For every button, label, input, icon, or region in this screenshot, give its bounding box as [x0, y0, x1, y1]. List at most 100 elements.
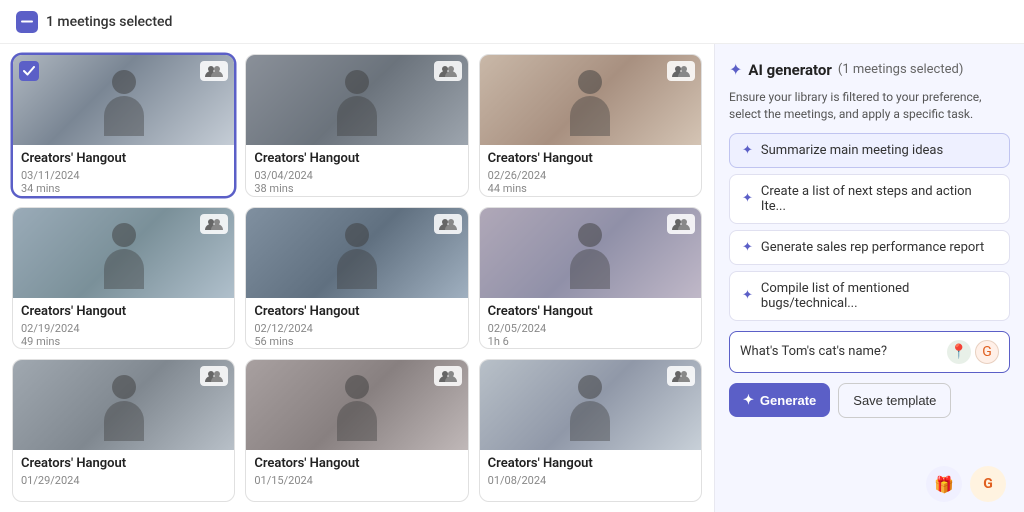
header: 1 meetings selected	[0, 0, 1024, 44]
card-date: 01/08/2024	[488, 474, 693, 487]
main-content: Creators' Hangout 03/11/202434 mins Creat…	[0, 44, 1024, 512]
person-silhouette	[99, 375, 149, 450]
person-silhouette	[565, 223, 615, 298]
card-title: Creators' Hangout	[254, 304, 459, 319]
card-duration: 34 mins	[21, 182, 226, 195]
card-thumbnail-8	[246, 360, 467, 450]
card-duration: 38 mins	[254, 182, 459, 195]
bottom-icons: 🎁 G	[729, 466, 1010, 502]
ai-suggestion-item-0[interactable]: ✦ Summarize main meeting ideas	[729, 133, 1010, 168]
card-duration: 56 mins	[254, 335, 459, 348]
meeting-card-8[interactable]: Creators' Hangout 01/15/2024	[245, 359, 468, 502]
suggestion-spark-icon: ✦	[742, 240, 753, 255]
card-info: Creators' Hangout 01/08/2024	[480, 450, 701, 495]
location-icon-btn[interactable]: 📍	[947, 340, 971, 364]
suggestion-label: Compile list of mentioned bugs/technical…	[761, 281, 997, 311]
ai-selected-count: (1 meetings selected)	[838, 62, 963, 77]
card-title: Creators' Hangout	[21, 456, 226, 471]
ai-input-row[interactable]: 📍 G	[729, 331, 1010, 373]
card-date: 02/05/2024	[488, 322, 693, 335]
person-silhouette	[332, 70, 382, 145]
card-people-icon	[200, 366, 228, 386]
card-date: 02/12/2024	[254, 322, 459, 335]
card-date: 03/11/2024	[21, 169, 226, 182]
card-title: Creators' Hangout	[21, 151, 226, 166]
card-people-icon	[200, 61, 228, 81]
card-title: Creators' Hangout	[488, 151, 693, 166]
card-info: Creators' Hangout 03/11/202434 mins	[13, 145, 234, 197]
card-date: 01/29/2024	[21, 474, 226, 487]
suggestion-label: Generate sales rep performance report	[761, 240, 984, 255]
meetings-grid: Creators' Hangout 03/11/202434 mins Creat…	[0, 44, 714, 512]
card-title: Creators' Hangout	[21, 304, 226, 319]
card-thumbnail-4	[13, 208, 234, 298]
suggestion-label: Create a list of next steps and action I…	[761, 184, 997, 214]
meeting-card-6[interactable]: Creators' Hangout02/05/20241h 6	[479, 207, 702, 350]
card-thumbnail-2	[246, 55, 467, 145]
card-duration: 49 mins	[21, 335, 226, 348]
suggestion-spark-icon: ✦	[742, 288, 753, 303]
person-silhouette	[332, 375, 382, 450]
card-date: 03/04/2024	[254, 169, 459, 182]
generate-label: Generate	[760, 393, 816, 408]
meeting-card-9[interactable]: Creators' Hangout 01/08/2024	[479, 359, 702, 502]
meeting-card-5[interactable]: Creators' Hangout 02/12/202456 mins	[245, 207, 468, 350]
card-people-icon	[434, 61, 462, 81]
ai-query-input[interactable]	[740, 344, 941, 359]
card-title: Creators' Hangout	[488, 456, 693, 471]
card-info: Creators' Hangout02/05/20241h 6	[480, 298, 701, 350]
card-duration: 44 mins	[488, 182, 693, 195]
card-thumbnail-1	[13, 55, 234, 145]
card-date: 02/19/2024	[21, 322, 226, 335]
card-title: Creators' Hangout	[488, 304, 693, 319]
card-people-icon	[667, 61, 695, 81]
card-people-icon	[434, 214, 462, 234]
ai-description: Ensure your library is filtered to your …	[729, 89, 1010, 123]
card-title: Creators' Hangout	[254, 456, 459, 471]
save-template-button[interactable]: Save template	[838, 383, 951, 418]
person-silhouette	[565, 70, 615, 145]
meeting-card-2[interactable]: Creators' Hangout 03/04/202438 mins	[245, 54, 468, 197]
card-date: 01/15/2024	[254, 474, 459, 487]
card-thumbnail-3	[480, 55, 701, 145]
generate-button[interactable]: ✦ Generate	[729, 383, 830, 417]
person-silhouette	[565, 375, 615, 450]
ai-suggestion-item-1[interactable]: ✦ Create a list of next steps and action …	[729, 174, 1010, 224]
card-people-icon	[667, 366, 695, 386]
card-thumbnail-5	[246, 208, 467, 298]
gift-icon-btn[interactable]: 🎁	[926, 466, 962, 502]
card-info: Creators' Hangout 03/04/202438 mins	[246, 145, 467, 197]
meeting-card-4[interactable]: Creators' Hangout 02/19/202449 mins	[12, 207, 235, 350]
meeting-card-3[interactable]: Creators' Hangout 02/26/202444 mins	[479, 54, 702, 197]
card-thumbnail-7	[13, 360, 234, 450]
card-info: Creators' Hangout 02/26/202444 mins	[480, 145, 701, 197]
card-date: 02/26/2024	[488, 169, 693, 182]
card-people-icon	[667, 214, 695, 234]
meeting-card-7[interactable]: Creators' Hangout 01/29/2024	[12, 359, 235, 502]
person-silhouette	[99, 70, 149, 145]
card-title: Creators' Hangout	[254, 151, 459, 166]
generate-spark-icon: ✦	[743, 392, 754, 408]
spark-icon: ✦	[729, 60, 742, 79]
ai-suggestion-item-3[interactable]: ✦ Compile list of mentioned bugs/technica…	[729, 271, 1010, 321]
card-info: Creators' Hangout 02/12/202456 mins	[246, 298, 467, 350]
selection-label: 1 meetings selected	[46, 14, 172, 30]
deselect-button[interactable]	[16, 11, 38, 33]
card-info: Creators' Hangout 02/19/202449 mins	[13, 298, 234, 350]
suggestion-label: Summarize main meeting ideas	[761, 143, 943, 158]
ai-panel-title: AI generator	[748, 61, 832, 79]
card-thumbnail-9	[480, 360, 701, 450]
ai-panel-header: ✦ AI generator (1 meetings selected)	[729, 60, 1010, 79]
suggestion-spark-icon: ✦	[742, 191, 753, 206]
g-icon-btn[interactable]: G	[975, 340, 999, 364]
person-silhouette	[332, 223, 382, 298]
g-brand-icon-btn[interactable]: G	[970, 466, 1006, 502]
ai-panel: ✦ AI generator (1 meetings selected) Ens…	[714, 44, 1024, 512]
card-check-icon	[19, 61, 39, 81]
meeting-card-1[interactable]: Creators' Hangout 03/11/202434 mins	[12, 54, 235, 197]
suggestion-spark-icon: ✦	[742, 143, 753, 158]
card-info: Creators' Hangout 01/29/2024	[13, 450, 234, 495]
card-thumbnail-6	[480, 208, 701, 298]
card-people-icon	[200, 214, 228, 234]
ai-suggestion-item-2[interactable]: ✦ Generate sales rep performance report	[729, 230, 1010, 265]
